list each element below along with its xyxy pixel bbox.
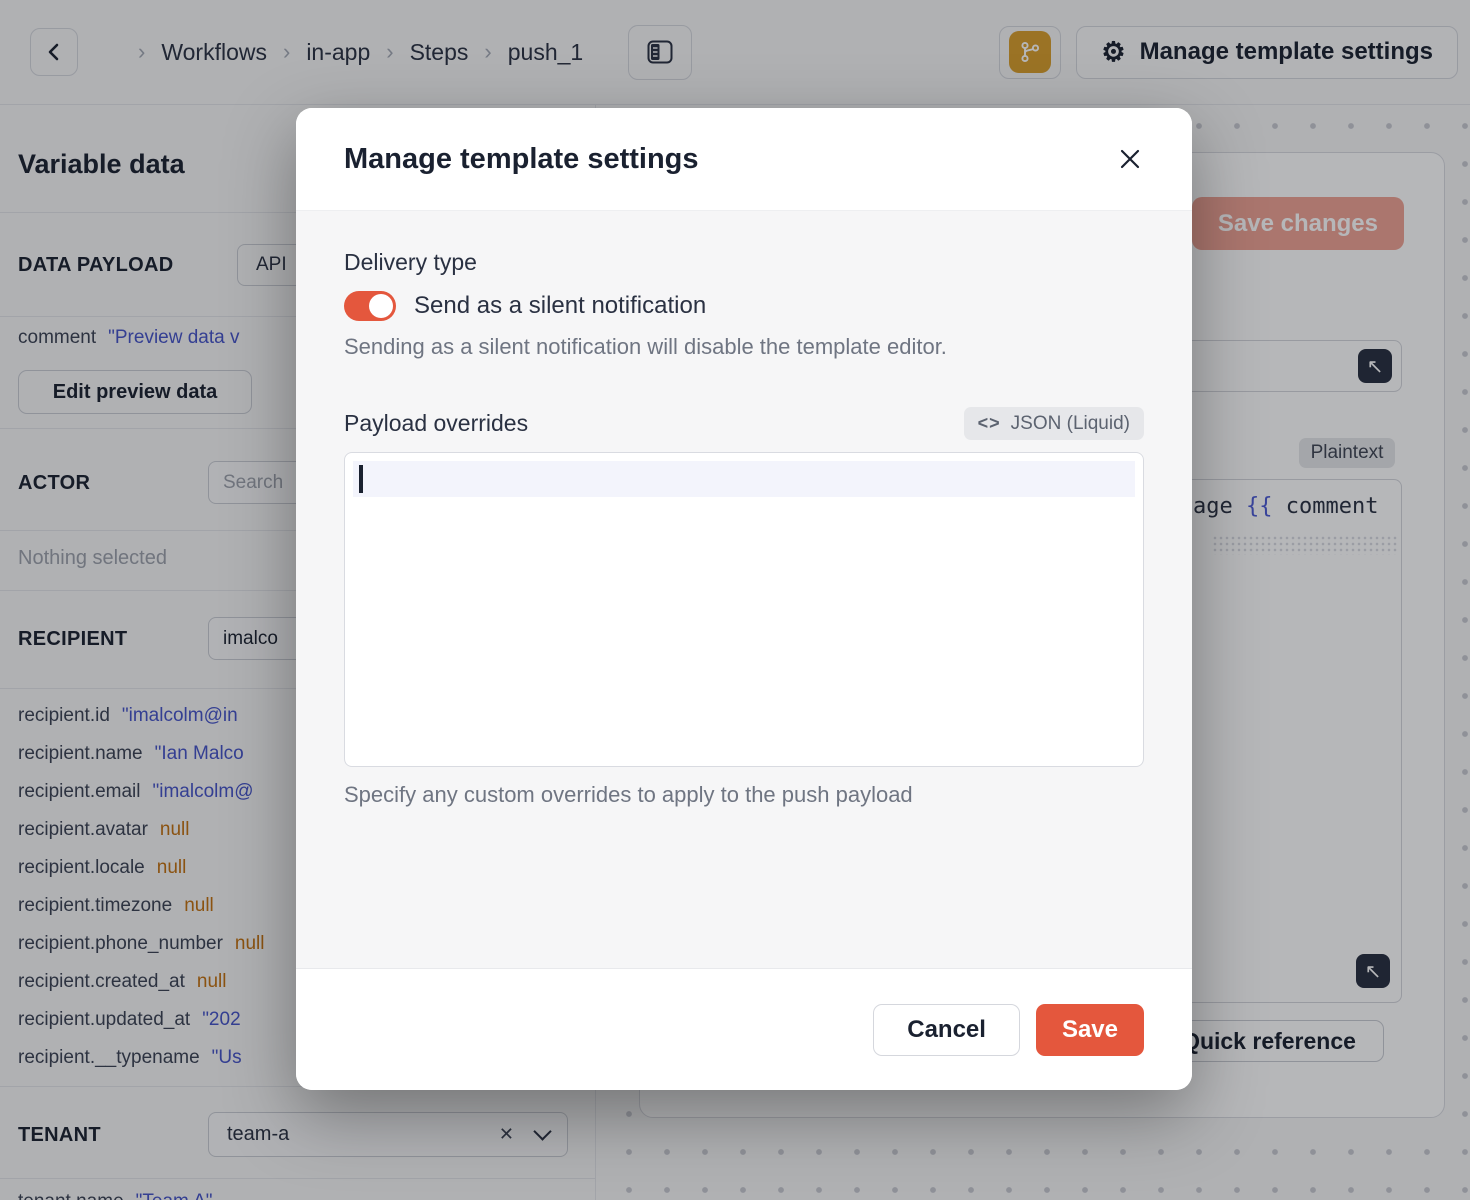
language-chip: <> JSON (Liquid) (964, 407, 1144, 440)
delivery-type-helper-text: Sending as a silent notification will di… (344, 334, 1144, 360)
payload-overrides-caption: Specify any custom overrides to apply to… (344, 782, 1144, 808)
modal-header: Manage template settings (296, 108, 1192, 210)
cancel-button[interactable]: Cancel (873, 1004, 1020, 1056)
text-cursor (359, 465, 363, 493)
payload-overrides-editor[interactable] (344, 452, 1144, 767)
modal-footer: Cancel Save (296, 968, 1192, 1090)
payload-overrides-heading: Payload overrides (344, 410, 528, 437)
delivery-type-heading: Delivery type (344, 249, 1144, 276)
manage-template-settings-modal: Manage template settings Delivery type S… (296, 108, 1192, 1090)
payload-overrides-header: Payload overrides <> JSON (Liquid) (344, 407, 1144, 440)
close-button[interactable] (1112, 141, 1148, 177)
toggle-knob (369, 294, 393, 318)
silent-notification-row: Send as a silent notification (344, 291, 1144, 321)
code-brackets-icon: <> (978, 413, 1001, 434)
silent-notification-label: Send as a silent notification (414, 292, 706, 320)
modal-body: Delivery type Send as a silent notificat… (296, 210, 1192, 968)
editor-active-line (353, 461, 1135, 497)
save-button[interactable]: Save (1036, 1004, 1144, 1056)
close-icon (1118, 147, 1142, 171)
silent-notification-toggle[interactable] (344, 291, 396, 321)
language-chip-label: JSON (Liquid) (1011, 413, 1130, 435)
modal-title: Manage template settings (344, 143, 699, 176)
